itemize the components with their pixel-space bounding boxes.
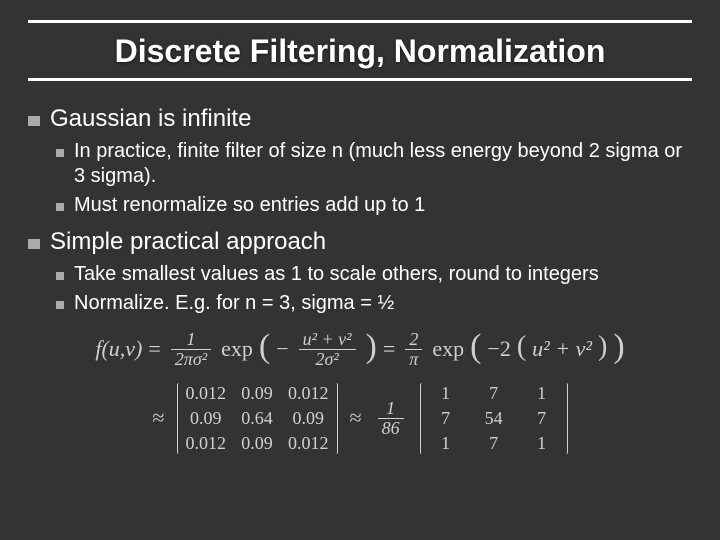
bullet-text: Simple practical approach xyxy=(50,228,326,256)
paren-close-icon: ) xyxy=(613,328,624,366)
math-block: f(u,v) = 1 2πσ² exp ( − u² + v² 2σ² ) = xyxy=(28,330,692,454)
paren-close-icon: ) xyxy=(598,331,607,363)
content-area: Gaussian is infinite In practice, finite… xyxy=(28,81,692,454)
matrix-cell: 7 xyxy=(429,408,463,429)
slide-title: Discrete Filtering, Normalization xyxy=(28,23,692,78)
bullet-icon xyxy=(56,272,64,280)
formula-line: f(u,v) = 1 2πσ² exp ( − u² + v² 2σ² ) = xyxy=(95,330,624,369)
matrix-cell: 1 xyxy=(525,383,559,404)
bullet-text: Gaussian is infinite xyxy=(50,105,251,133)
frac-den: 2σ² xyxy=(311,350,342,369)
frac-num: u² + v² xyxy=(299,330,356,349)
paren-open-icon: ( xyxy=(470,328,481,366)
bullet-take-smallest: Take smallest values as 1 to scale other… xyxy=(56,262,692,287)
matrix-cell: 0.09 xyxy=(240,433,274,454)
neg-sign: − xyxy=(276,336,288,362)
matrix-cell: 0.09 xyxy=(186,408,227,429)
matrix-cell: 7 xyxy=(477,383,511,404)
matrix-cell: 0.012 xyxy=(288,433,329,454)
integer-matrix: 1 7 1 7 54 7 1 7 1 xyxy=(420,383,568,454)
bullet-gaussian-infinite: Gaussian is infinite xyxy=(28,105,692,133)
matrix-cell: 1 xyxy=(429,383,463,404)
matrix-cell: 0.012 xyxy=(288,383,329,404)
bullet-icon xyxy=(56,203,64,211)
bullet-icon xyxy=(28,239,40,249)
frac-den: 2πσ² xyxy=(171,350,211,369)
approx-sign: ≈ xyxy=(152,405,164,431)
inner-coeff: −2 xyxy=(487,336,510,362)
bullet-text: Normalize. E.g. for n = 3, sigma = ½ xyxy=(74,291,394,316)
matrix-cell: 0.09 xyxy=(240,383,274,404)
matrix-cell: 1 xyxy=(429,433,463,454)
exp-text: exp xyxy=(221,336,253,362)
fraction-2: u² + v² 2σ² xyxy=(299,330,356,369)
bullet-icon xyxy=(56,149,64,157)
matrix-cell: 0.012 xyxy=(186,433,227,454)
matrix-line: ≈ 0.012 0.09 0.012 0.09 0.64 0.09 0.012 … xyxy=(152,383,567,454)
fraction-1: 1 2πσ² xyxy=(171,330,211,369)
frac-den: π xyxy=(405,350,422,369)
bullet-renormalize: Must renormalize so entries add up to 1 xyxy=(56,193,692,218)
equals-sign: = xyxy=(148,336,160,362)
bullet-normalize-eg: Normalize. E.g. for n = 3, sigma = ½ xyxy=(56,291,692,316)
bullet-icon xyxy=(56,301,64,309)
frac-num: 1 xyxy=(182,330,199,349)
bullet-text: Take smallest values as 1 to scale other… xyxy=(74,262,599,287)
frac-num: 1 xyxy=(382,399,399,418)
matrix-cell: 0.012 xyxy=(186,383,227,404)
matrix-cell: 7 xyxy=(525,408,559,429)
paren-close-icon: ) xyxy=(366,328,377,366)
bullet-finite-filter: In practice, finite filter of size n (mu… xyxy=(56,139,692,189)
bullet-text: In practice, finite filter of size n (mu… xyxy=(74,139,692,189)
paren-open-icon: ( xyxy=(517,331,526,363)
bullet-text: Must renormalize so entries add up to 1 xyxy=(74,193,425,218)
paren-open-icon: ( xyxy=(259,328,270,366)
matrix-cell: 1 xyxy=(525,433,559,454)
exp-text: exp xyxy=(432,336,464,362)
matrix-cell: 7 xyxy=(477,433,511,454)
frac-num: 2 xyxy=(405,330,422,349)
equals-sign: = xyxy=(383,336,395,362)
formula-lhs: f(u,v) xyxy=(95,336,142,362)
scalar-fraction: 1 86 xyxy=(378,399,404,438)
decimal-matrix: 0.012 0.09 0.012 0.09 0.64 0.09 0.012 0.… xyxy=(177,383,338,454)
bullet-simple-approach: Simple practical approach xyxy=(28,228,692,256)
bullet-icon xyxy=(28,116,40,126)
fraction-3: 2 π xyxy=(405,330,422,369)
matrix-cell: 54 xyxy=(477,408,511,429)
inner-expr: u² + v² xyxy=(532,336,592,362)
approx-sign: ≈ xyxy=(350,405,362,431)
slide: Discrete Filtering, Normalization Gaussi… xyxy=(0,0,720,540)
frac-den: 86 xyxy=(378,419,404,438)
matrix-cell: 0.09 xyxy=(288,408,329,429)
matrix-cell: 0.64 xyxy=(240,408,274,429)
